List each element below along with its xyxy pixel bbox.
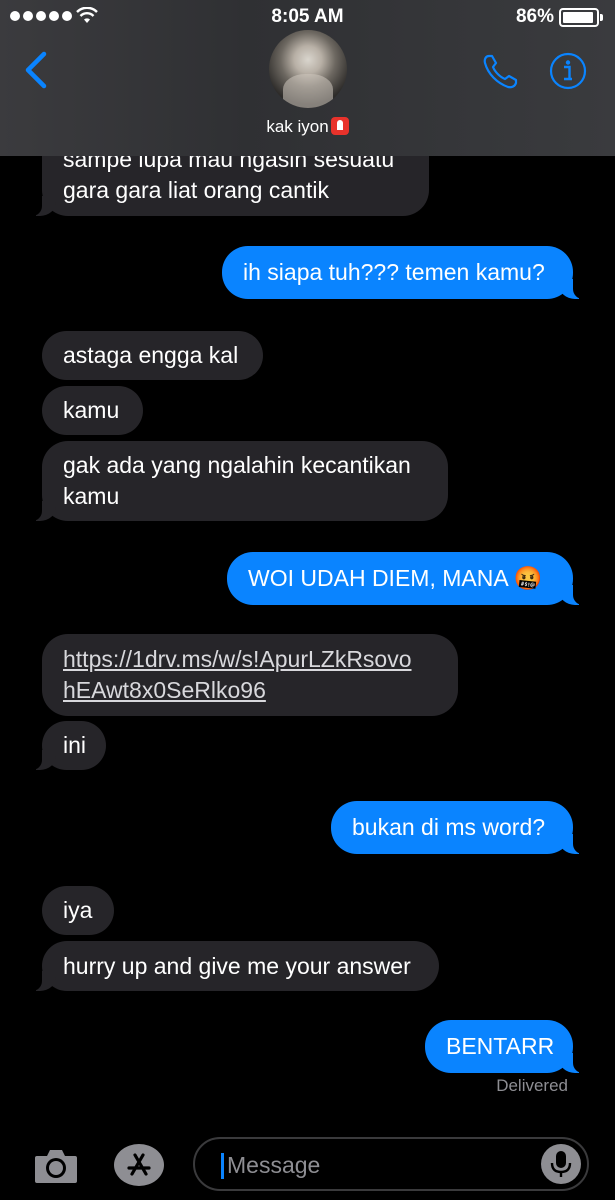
message-sent[interactable]: bukan di ms word? [331,801,583,854]
message-text: gara gara liat orang cantik [63,177,329,203]
message-received[interactable]: astaga engga kal [42,331,263,380]
battery-percentage: 86% [515,6,554,27]
status-bar: 8:05 AM 86% [0,0,615,32]
text-cursor [221,1153,224,1179]
message-received[interactable]: iya [42,886,114,935]
battery-icon [559,8,603,27]
info-icon[interactable] [549,52,587,90]
message-text: kamu [63,483,120,509]
link-text[interactable]: https://1drv.ms/w/s!ApurLZkRsovo [63,644,437,675]
microphone-icon[interactable] [541,1144,581,1184]
phone-icon[interactable] [480,52,520,92]
chevron-left-icon[interactable] [22,50,52,90]
message-text: BENTARR [446,1033,555,1059]
message-received-link[interactable]: https://1drv.ms/w/s!ApurLZkRsovo hEAwt8x… [42,634,458,716]
message-received[interactable]: gak ada yang ngalahin kecantikan kamu [32,441,448,521]
message-text: astaga engga kal [63,342,239,368]
message-text: ini [63,732,87,758]
contact-name-text: kak iyon [266,117,329,136]
app-store-icon[interactable] [113,1143,165,1187]
contact-avatar[interactable] [269,30,347,108]
message-sent[interactable]: ih siapa tuh??? temen kamu? [222,246,583,299]
contact-name[interactable]: kak iyon [0,117,615,137]
message-text: iya [63,897,93,923]
message-input[interactable]: Message [193,1137,589,1191]
message-sent[interactable]: BENTARR [425,1020,583,1073]
delivered-status: Delivered [496,1076,568,1095]
message-text: bukan di ms word? [352,814,546,840]
message-text: gak ada yang ngalahin kecantikan [63,452,411,478]
message-text: kamu [63,397,120,423]
message-sent[interactable]: WOI UDAH DIEM, MANA 🤬 [227,552,583,605]
message-text: WOI UDAH DIEM, MANA 🤬 [248,565,543,591]
police-light-emoji-icon [330,117,349,135]
message-received[interactable]: hurry up and give me your answer [32,941,439,991]
message-received[interactable]: ini [32,721,106,770]
message-text: ih siapa tuh??? temen kamu? [243,259,545,285]
conversation-header: 8:05 AM 86% kak iyon [0,0,615,156]
message-placeholder: Message [227,1152,321,1178]
link-text[interactable]: hEAwt8x0SeRlko96 [63,675,437,706]
camera-icon[interactable] [33,1145,79,1185]
message-text: hurry up and give me your answer [63,952,411,979]
message-received[interactable]: kamu [42,386,143,435]
